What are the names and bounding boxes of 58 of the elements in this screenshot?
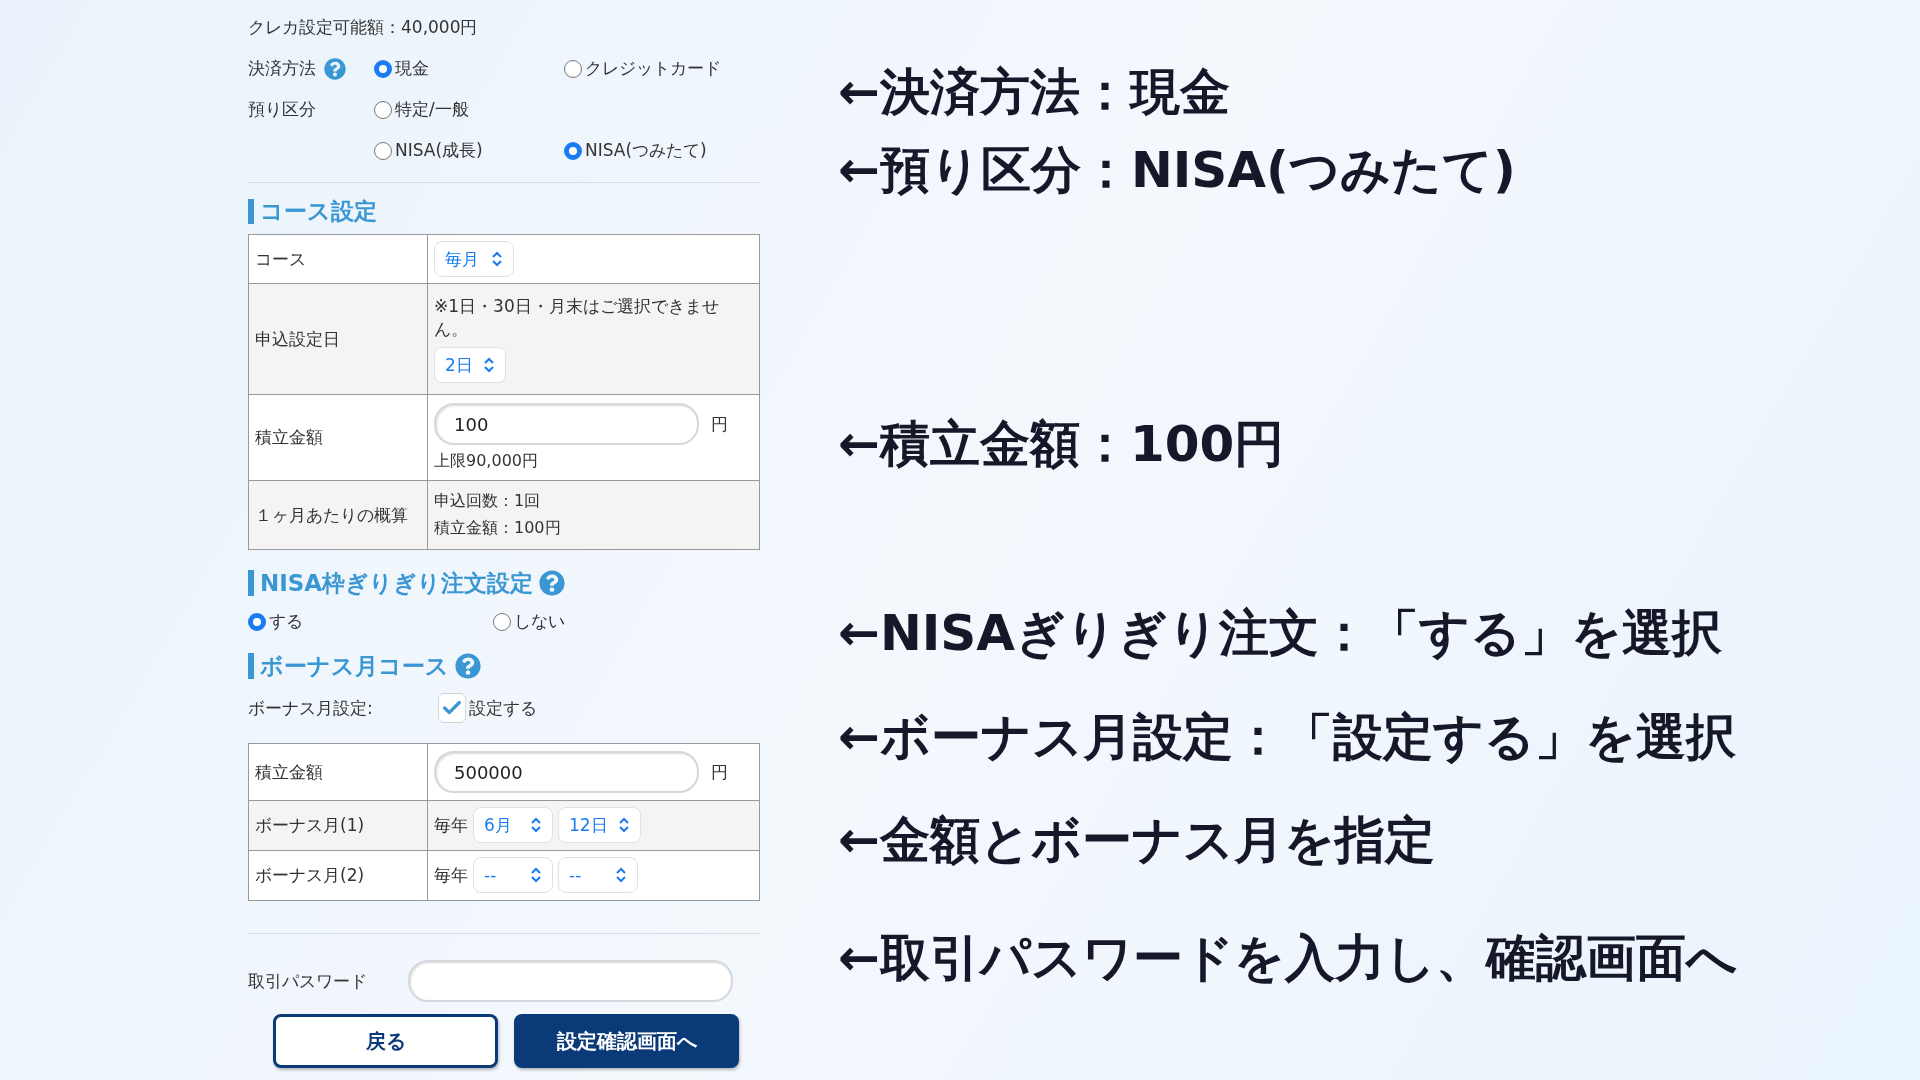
unit-label: 円 <box>711 760 728 784</box>
field-label: ボーナス月設定: <box>248 696 373 720</box>
row-label: 申込設定日 <box>255 327 340 351</box>
password-input[interactable] <box>408 960 733 1003</box>
prefix-label: 毎年 <box>434 814 468 838</box>
up-down-chevron-icon <box>482 357 495 374</box>
limit-text: 上限90,000円 <box>434 451 539 473</box>
section-heading: ボーナス月コース <box>260 653 449 679</box>
up-down-chevron-icon <box>491 251 503 268</box>
row-label: 積立金額 <box>255 426 323 450</box>
dropdown-select[interactable]: 6月 <box>473 807 553 844</box>
prefix-label: 毎年 <box>434 864 468 888</box>
annotation-text: ←預り区分：NISA(つみたて) <box>838 140 1517 201</box>
note-text: ※1日・30日・月末はご選択できません。 <box>434 295 720 342</box>
dropdown-select[interactable]: -- <box>558 857 638 894</box>
dropdown-select[interactable]: 12日 <box>558 807 641 844</box>
row-label: ボーナス月(1) <box>255 814 365 838</box>
dropdown-select[interactable]: 2日 <box>434 347 506 384</box>
annotation-text: ←決済方法：現金 <box>838 62 1231 123</box>
summary-text: 申込回数：1回 <box>434 491 542 513</box>
dropdown-select[interactable]: -- <box>473 857 553 894</box>
radio-option[interactable]: しない <box>493 610 693 634</box>
row-label: １ヶ月あたりの概算 <box>255 503 408 527</box>
credit-limit-text: クレカ設定可能額：40,000円 <box>248 16 478 39</box>
back-button[interactable]: 戻る <box>273 1014 498 1069</box>
dropdown-select[interactable]: 毎月 <box>434 241 514 278</box>
help-icon[interactable] <box>455 653 481 680</box>
confirm-button[interactable]: 設定確認画面へ <box>514 1014 739 1069</box>
row-label: ボーナス月(2) <box>255 864 365 888</box>
up-down-chevron-icon <box>615 867 627 884</box>
annotation-text: ←ボーナス月設定：「設定する」を選択 <box>838 707 1737 768</box>
checkbox-option[interactable]: 設定する <box>438 693 537 724</box>
section-heading: コース設定 <box>248 199 760 225</box>
help-icon[interactable] <box>539 570 566 597</box>
radio-option[interactable]: 特定/一般 <box>374 98 754 121</box>
amount-input[interactable]: 500000 <box>434 751 699 794</box>
row-label: 積立金額 <box>255 760 323 784</box>
annotation-text: ←取引パスワードを入力し、確認画面へ <box>838 928 1737 989</box>
radio-option[interactable]: クレジットカード <box>564 57 754 80</box>
up-down-chevron-icon <box>530 817 542 834</box>
up-down-chevron-icon <box>617 817 630 834</box>
help-icon[interactable] <box>324 57 346 80</box>
field-label: 決済方法 <box>248 57 316 80</box>
unit-label: 円 <box>711 412 728 436</box>
radio-option[interactable]: 現金 <box>374 57 564 80</box>
annotation-text: ←積立金額：100円 <box>838 414 1286 475</box>
radio-option[interactable]: する <box>248 610 493 634</box>
radio-option[interactable]: NISA(成長) <box>374 139 564 162</box>
row-label: コース <box>255 247 306 271</box>
annotation-text: ←NISAぎりぎり注文：「する」を選択 <box>838 603 1724 664</box>
radio-option[interactable]: NISA(つみたて) <box>564 139 754 162</box>
annotation-text: ←金額とボーナス月を指定 <box>838 810 1436 871</box>
field-label: 預り区分 <box>248 98 316 121</box>
summary-text: 積立金額：100円 <box>434 518 562 540</box>
up-down-chevron-icon <box>530 867 542 884</box>
field-label: 取引パスワード <box>248 969 367 993</box>
amount-input[interactable]: 100 <box>434 403 699 446</box>
section-heading: NISA枠ぎりぎり注文設定 <box>260 570 534 596</box>
